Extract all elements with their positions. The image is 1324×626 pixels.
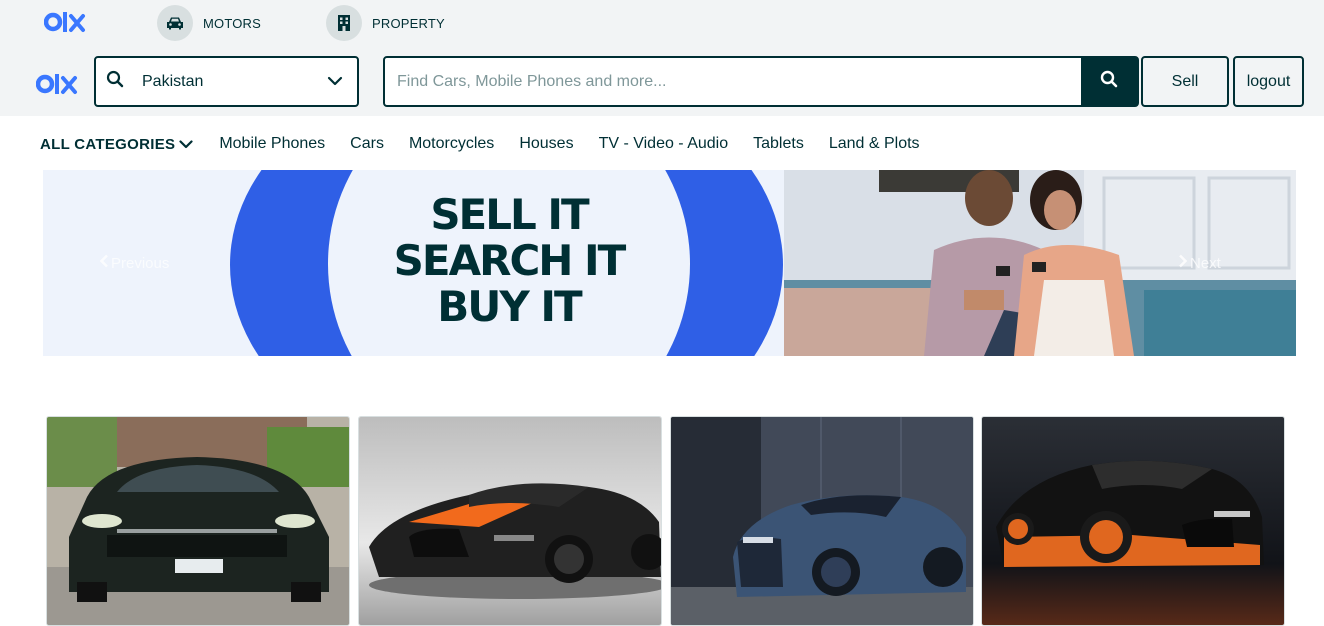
- car-photo: [47, 417, 349, 625]
- search-button[interactable]: [1081, 58, 1137, 105]
- category-mobile-phones[interactable]: Mobile Phones: [219, 135, 325, 153]
- logout-button[interactable]: logout: [1233, 56, 1304, 107]
- promo-banner-carousel: SELL IT SEARCH IT BUY IT Previous Next: [43, 170, 1296, 356]
- all-categories-label: ALL CATEGORIES: [40, 135, 176, 153]
- listing-card[interactable]: [358, 416, 662, 626]
- chevron-down-icon: [327, 73, 343, 91]
- category-tv-video-audio[interactable]: TV - Video - Audio: [599, 135, 729, 153]
- slogan-line-1: SELL IT: [430, 190, 589, 239]
- listing-card[interactable]: [46, 416, 350, 626]
- olx-logo-small[interactable]: [43, 8, 86, 41]
- category-land-plots[interactable]: Land & Plots: [829, 135, 920, 153]
- category-motorcycles[interactable]: Motorcycles: [409, 135, 494, 153]
- chevron-left-icon: [99, 254, 109, 272]
- olx-logo[interactable]: [35, 70, 78, 103]
- sell-button[interactable]: Sell: [1141, 56, 1229, 107]
- carousel-next-label: Next: [1190, 254, 1221, 272]
- all-categories-dropdown[interactable]: ALL CATEGORIES: [40, 136, 193, 153]
- motors-link[interactable]: MOTORS: [157, 4, 261, 42]
- location-selector[interactable]: Pakistan: [94, 56, 359, 107]
- property-link[interactable]: PROPERTY: [326, 4, 445, 42]
- car-photo: [671, 417, 973, 625]
- location-value: Pakistan: [142, 72, 204, 90]
- search-input[interactable]: [385, 58, 1081, 105]
- category-bar: ALL CATEGORIES Mobile Phones Cars Motorc…: [40, 132, 945, 156]
- listing-card[interactable]: [670, 416, 974, 626]
- banner-slogan: SELL IT SEARCH IT BUY IT: [328, 192, 690, 330]
- slogan-line-3: BUY IT: [437, 282, 582, 331]
- search-bar: [383, 56, 1139, 107]
- category-tablets[interactable]: Tablets: [753, 135, 804, 153]
- chevron-down-icon: [179, 136, 193, 153]
- category-cars[interactable]: Cars: [350, 135, 384, 153]
- carousel-previous[interactable]: Previous: [99, 254, 169, 272]
- chevron-right-icon: [1178, 254, 1188, 272]
- listing-card[interactable]: [981, 416, 1285, 626]
- property-label: PROPERTY: [372, 15, 445, 31]
- search-icon: [106, 70, 124, 93]
- building-icon: [326, 5, 362, 41]
- car-icon: [157, 5, 193, 41]
- search-icon: [1100, 70, 1118, 93]
- category-houses[interactable]: Houses: [519, 135, 573, 153]
- carousel-next[interactable]: Next: [1178, 254, 1221, 272]
- listing-grid: [46, 416, 1286, 626]
- motors-label: MOTORS: [203, 15, 262, 31]
- slogan-line-2: SEARCH IT: [393, 236, 627, 285]
- car-photo: [982, 417, 1284, 625]
- car-photo: [359, 417, 661, 625]
- carousel-previous-label: Previous: [111, 254, 170, 272]
